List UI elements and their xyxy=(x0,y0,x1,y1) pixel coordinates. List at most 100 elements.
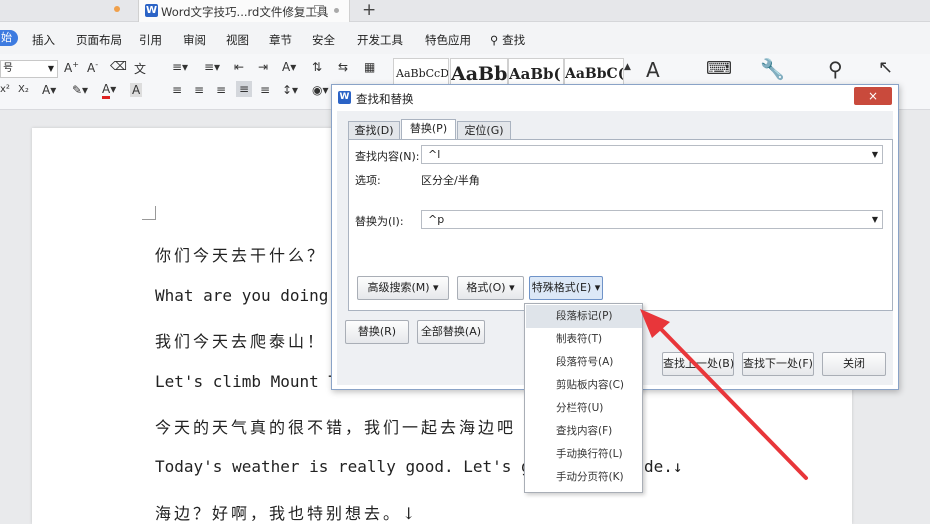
tab-status-dot-icon xyxy=(334,8,339,13)
wps-writer-icon: W xyxy=(145,4,158,17)
menu-insert[interactable]: 插入 xyxy=(32,32,55,48)
doc-line-6-tail[interactable]: de.↓ xyxy=(644,457,683,476)
distributed-icon[interactable]: ≡ xyxy=(260,83,270,97)
align-center-icon[interactable]: ≡ xyxy=(194,83,204,97)
advanced-search-button[interactable]: 高级搜索(M) ▾ xyxy=(357,276,449,300)
doc-line-3[interactable]: 我们今天去爬泰山！ xyxy=(155,328,326,352)
doc-line-6[interactable]: Today's weather is really good. Let's go xyxy=(155,457,540,476)
replace-value: ^p xyxy=(428,213,445,226)
menu-start[interactable]: 始 xyxy=(0,30,18,46)
find-value: ^l xyxy=(428,148,441,161)
replace-input[interactable]: ^p ▼ xyxy=(421,210,883,229)
find-input[interactable]: ^l ▼ xyxy=(421,145,883,164)
text-effect-icon[interactable]: A▾ xyxy=(42,83,56,97)
special-format-button[interactable]: 特殊格式(E) ▾ xyxy=(529,276,603,300)
char-shading-icon[interactable]: A xyxy=(130,83,143,97)
replace-button[interactable]: 替换(R) xyxy=(345,320,409,344)
phonetic-icon[interactable]: 文 xyxy=(134,60,146,77)
tab-goto[interactable]: 定位(G) xyxy=(457,121,511,140)
tab-find[interactable]: 查找(D) xyxy=(348,121,400,140)
unsaved-dot-icon xyxy=(114,6,120,12)
menu-item-column-break[interactable]: 分栏符(U) xyxy=(526,397,642,420)
find-previous-button[interactable]: 查找上一处(B) xyxy=(662,352,734,376)
tab-bar: W Word文字技巧...rd文件修复工具 + xyxy=(0,0,930,22)
menu-review[interactable]: 审阅 xyxy=(183,32,206,48)
menu-item-tab[interactable]: 制表符(T) xyxy=(526,328,642,351)
style-scroll-up-icon[interactable]: ▲ xyxy=(624,62,631,72)
chevron-down-icon: ▼ xyxy=(47,64,54,73)
menu-bar: 始 插入 页面布局 引用 审阅 视图 章节 安全 开发工具 特色应用 ⚲ 查找 xyxy=(0,22,930,54)
menu-developer-tools[interactable]: 开发工具 xyxy=(357,32,403,48)
menu-special-apps[interactable]: 特色应用 xyxy=(425,32,471,48)
document-tab[interactable]: W Word文字技巧...rd文件修复工具 xyxy=(138,0,350,22)
clear-format-icon[interactable]: ⌫ xyxy=(110,59,127,73)
numbering-icon[interactable]: ≡▾ xyxy=(204,60,220,74)
menu-section[interactable]: 章节 xyxy=(269,32,292,48)
doc-line-7[interactable]: 海边？好啊，我也特别想去。↓ xyxy=(155,500,418,524)
find-label: 查找内容(N): xyxy=(355,150,420,163)
char-scale-icon[interactable]: A▾ xyxy=(282,60,296,74)
menu-item-paragraph-symbol[interactable]: 段落符号(A) xyxy=(526,351,642,374)
chevron-down-icon[interactable]: ▼ xyxy=(872,146,878,163)
find-next-button[interactable]: 查找下一处(F) xyxy=(742,352,814,376)
doc-line-2[interactable]: What are you doing xyxy=(155,286,328,305)
menu-item-paragraph-mark[interactable]: 段落标记(P) xyxy=(526,305,642,328)
superscript-icon[interactable]: x² xyxy=(0,84,10,95)
replace-label: 替换为(I): xyxy=(355,215,404,228)
wrench-icon[interactable]: 🔧 xyxy=(760,57,785,81)
shading-icon[interactable]: ◉▾ xyxy=(312,83,329,97)
dialog-title: 查找和替换 xyxy=(356,92,414,106)
font-size-select[interactable]: 号 ▼ xyxy=(0,60,58,78)
align-right-icon[interactable]: ≡ xyxy=(216,83,226,97)
justify-icon[interactable]: ≡ xyxy=(236,81,253,97)
menu-item-find-content[interactable]: 查找内容(F) xyxy=(526,420,642,443)
chevron-down-icon[interactable]: ▼ xyxy=(872,211,878,228)
format-button[interactable]: 格式(O) ▾ xyxy=(457,276,524,300)
wps-writer-icon: W xyxy=(338,91,351,104)
close-icon[interactable]: × xyxy=(854,87,892,105)
subscript-icon[interactable]: X₂ xyxy=(18,84,29,95)
replace-panel: 查找内容(N): ^l ▼ 选项: 区分全/半角 替换为(I): ^p ▼ 高级… xyxy=(348,139,893,311)
text-direction-icon[interactable]: ⇆ xyxy=(338,60,348,74)
document-tab-title: Word文字技巧...rd文件修复工具 xyxy=(161,5,329,19)
line-spacing-icon[interactable]: ↕▾ xyxy=(282,83,298,97)
special-format-menu: 段落标记(P) 制表符(T) 段落符号(A) 剪贴板内容(C) 分栏符(U) 查… xyxy=(524,303,643,493)
menu-search[interactable]: ⚲ 查找 xyxy=(490,32,525,48)
bullets-icon[interactable]: ≡▾ xyxy=(172,60,188,74)
font-color-icon[interactable]: A▾ xyxy=(102,82,116,99)
doc-line-4[interactable]: Let's climb Mount T xyxy=(155,372,338,391)
menu-references[interactable]: 引用 xyxy=(139,32,162,48)
font-size-value: 号 xyxy=(3,63,13,74)
menu-view[interactable]: 视图 xyxy=(226,32,249,48)
grow-font-icon[interactable]: A+ xyxy=(64,60,79,75)
monitor-icon xyxy=(314,5,324,13)
select-cursor-icon[interactable]: ↖ xyxy=(878,57,893,78)
search-icon: ⚲ xyxy=(490,33,499,47)
menu-security[interactable]: 安全 xyxy=(312,32,335,48)
new-tab-button[interactable]: + xyxy=(362,0,376,20)
doc-line-1[interactable]: 你们今天去干什么？ xyxy=(155,242,326,266)
table-icon[interactable]: ▦ xyxy=(364,60,375,74)
shrink-font-icon[interactable]: A- xyxy=(87,60,98,75)
options-label: 选项: xyxy=(355,174,381,187)
menu-page-layout[interactable]: 页面布局 xyxy=(76,32,122,48)
find-replace-icon[interactable]: ⚲ xyxy=(828,57,843,81)
menu-search-label: 查找 xyxy=(502,33,526,47)
decrease-indent-icon[interactable]: ⇤ xyxy=(234,60,244,74)
menu-item-manual-line-break[interactable]: 手动换行符(L) xyxy=(526,443,642,466)
highlight-icon[interactable]: ✎▾ xyxy=(72,83,88,97)
doc-line-5[interactable]: 今天的天气真的很不错，我们一起去海边吧 xyxy=(155,414,516,438)
sort-icon[interactable]: ⇅ xyxy=(312,60,322,74)
increase-indent-icon[interactable]: ⇥ xyxy=(258,60,268,74)
menu-item-clipboard[interactable]: 剪贴板内容(C) xyxy=(526,374,642,397)
close-button[interactable]: 关闭 xyxy=(822,352,886,376)
align-left-icon[interactable]: ≡ xyxy=(172,83,182,97)
dialog-titlebar[interactable]: W 查找和替换 × xyxy=(332,85,898,109)
options-value: 区分全/半角 xyxy=(421,174,480,187)
text-tool-icon[interactable]: ⌨ xyxy=(706,58,732,79)
menu-item-manual-page-break[interactable]: 手动分页符(K) xyxy=(526,466,642,489)
replace-all-button[interactable]: 全部替换(A) xyxy=(417,320,485,344)
page-margin-marker xyxy=(142,206,156,220)
new-style-icon[interactable]: A xyxy=(646,58,660,82)
tab-replace[interactable]: 替换(P) xyxy=(401,119,456,140)
